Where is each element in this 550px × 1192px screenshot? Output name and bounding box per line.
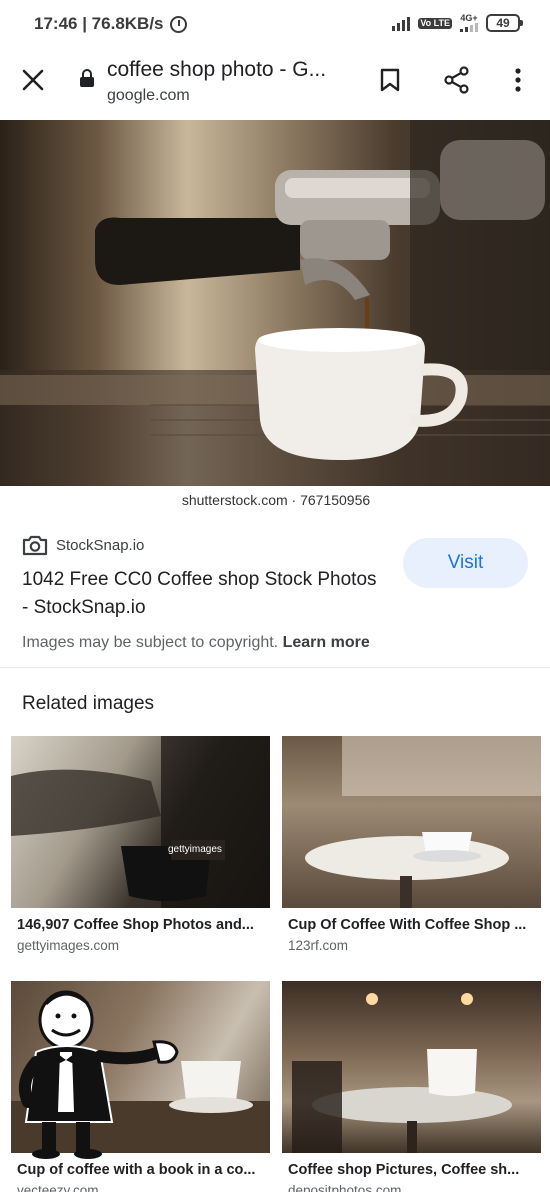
related-caption: Coffee shop Pictures, Coffee sh... <box>288 1162 520 1178</box>
hero-image[interactable]: shutterstock.com · 767150956 <box>0 120 550 515</box>
learn-more-link[interactable]: Learn more <box>283 634 370 651</box>
thumb-illustration <box>292 993 512 1153</box>
espresso-photo <box>0 120 550 486</box>
signal-secondary-icon <box>460 23 478 32</box>
page-title: coffee shop photo - G... <box>107 58 327 81</box>
divider <box>0 667 550 668</box>
source-row[interactable]: StockSnap.io <box>22 534 144 556</box>
related-images-heading: Related images <box>22 693 155 714</box>
related-site: 123rf.com <box>288 938 349 953</box>
app-bar: coffee shop photo - G... google.com <box>0 50 550 120</box>
getty-watermark: gettyimages <box>168 844 222 855</box>
status-bar: 17:46 | 76.8KB/s Vo LTE 4G+ 49 <box>0 0 550 50</box>
related-caption: Cup Of Coffee With Coffee Shop ... <box>288 917 527 933</box>
thumb-illustration: gettyimages <box>11 736 270 908</box>
related-thumbnail <box>282 736 541 908</box>
more-vert-icon <box>515 68 521 92</box>
visit-button[interactable]: Visit <box>403 538 528 588</box>
status-left: 17:46 | 76.8KB/s <box>34 14 187 34</box>
close-button[interactable] <box>11 58 55 102</box>
related-caption: Cup of coffee with a book in a co... <box>17 1162 256 1178</box>
related-site: depositphotos.com <box>288 1183 402 1192</box>
volte-badge: Vo LTE <box>418 17 452 29</box>
bookmark-button[interactable] <box>368 58 412 102</box>
more-menu-button[interactable] <box>496 58 540 102</box>
close-icon <box>22 69 44 91</box>
related-thumbnail <box>282 981 541 1153</box>
battery-icon: 49 <box>486 14 523 32</box>
bookmark-icon <box>380 68 400 92</box>
camera-icon <box>22 535 48 556</box>
related-site: gettyimages.com <box>17 938 120 953</box>
lock-icon <box>80 69 94 87</box>
page-domain: google.com <box>107 87 190 104</box>
status-right: Vo LTE 4G+ 49 <box>392 14 523 32</box>
related-image-card[interactable]: Cup Of Coffee With Coffee Shop ... 123rf… <box>282 736 541 953</box>
related-image-card[interactable]: Coffee shop Pictures, Coffee sh... depos… <box>282 981 541 1192</box>
espresso-illustration <box>0 120 550 486</box>
network-label: 4G+ <box>460 13 478 23</box>
status-time-speed: 17:46 | 76.8KB/s <box>34 14 164 33</box>
alarm-icon <box>169 15 187 33</box>
result-title[interactable]: 1042 Free CC0 Coffee shop Stock Photos -… <box>22 566 382 622</box>
waiter-mascot-icon <box>18 990 179 1159</box>
signal-icon <box>392 15 411 31</box>
share-icon <box>444 66 469 94</box>
source-name: StockSnap.io <box>56 536 145 554</box>
network-indicator: 4G+ <box>460 14 478 32</box>
related-caption: 146,907 Coffee Shop Photos and... <box>17 917 254 933</box>
copyright-notice: Images may be subject to copyright. Lear… <box>22 634 370 652</box>
share-button[interactable] <box>435 58 479 102</box>
related-thumbnail: gettyimages <box>11 736 270 908</box>
hero-caption: shutterstock.com · 767150956 <box>181 492 371 508</box>
related-image-card[interactable]: gettyimages 146,907 Coffee Shop Photos a… <box>11 736 270 953</box>
related-site: vecteezy.com <box>17 1183 99 1192</box>
thumb-illustration <box>305 736 541 908</box>
copyright-text: Images may be subject to copyright. <box>22 634 279 651</box>
